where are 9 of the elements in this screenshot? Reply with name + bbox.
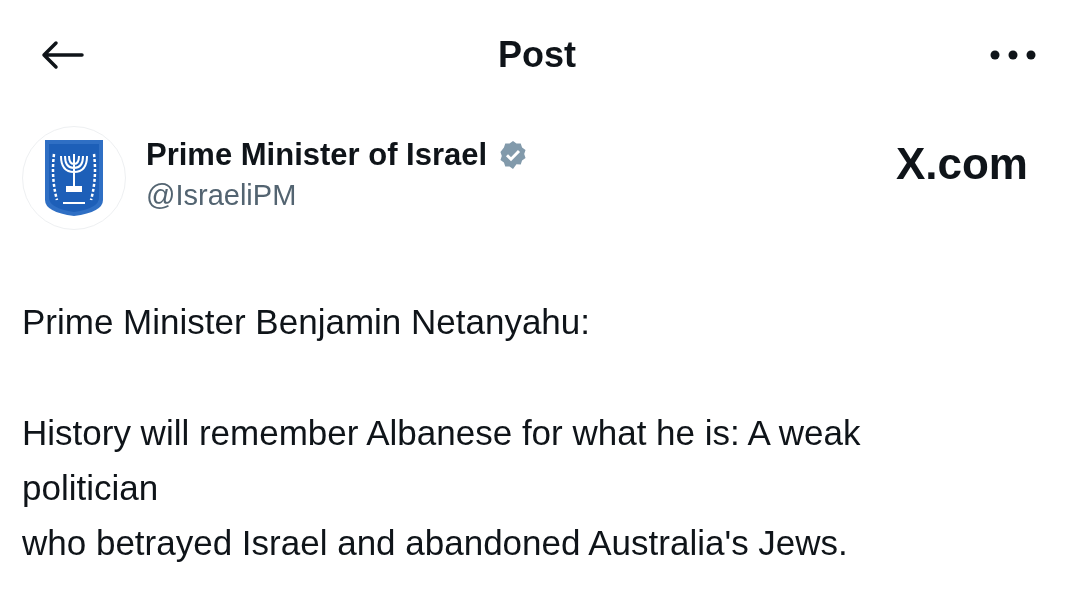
post-text: History will remember Albanese for what he is: A weak politician who betrayed Israel and abandoned Australia's Jews.	[22, 412, 862, 564]
author-handle[interactable]: @IsraeliPM	[146, 176, 530, 213]
page-title: Post	[498, 33, 576, 77]
more-options-icon[interactable]	[990, 50, 1036, 60]
back-arrow-icon[interactable]	[40, 40, 84, 70]
source-label: X.com	[895, 138, 1028, 190]
author-name[interactable]: Prime Minister of Israel	[146, 136, 488, 175]
post-text: Prime Minister Benjamin Netanyahu:	[22, 301, 591, 343]
emblem-icon	[43, 138, 105, 218]
